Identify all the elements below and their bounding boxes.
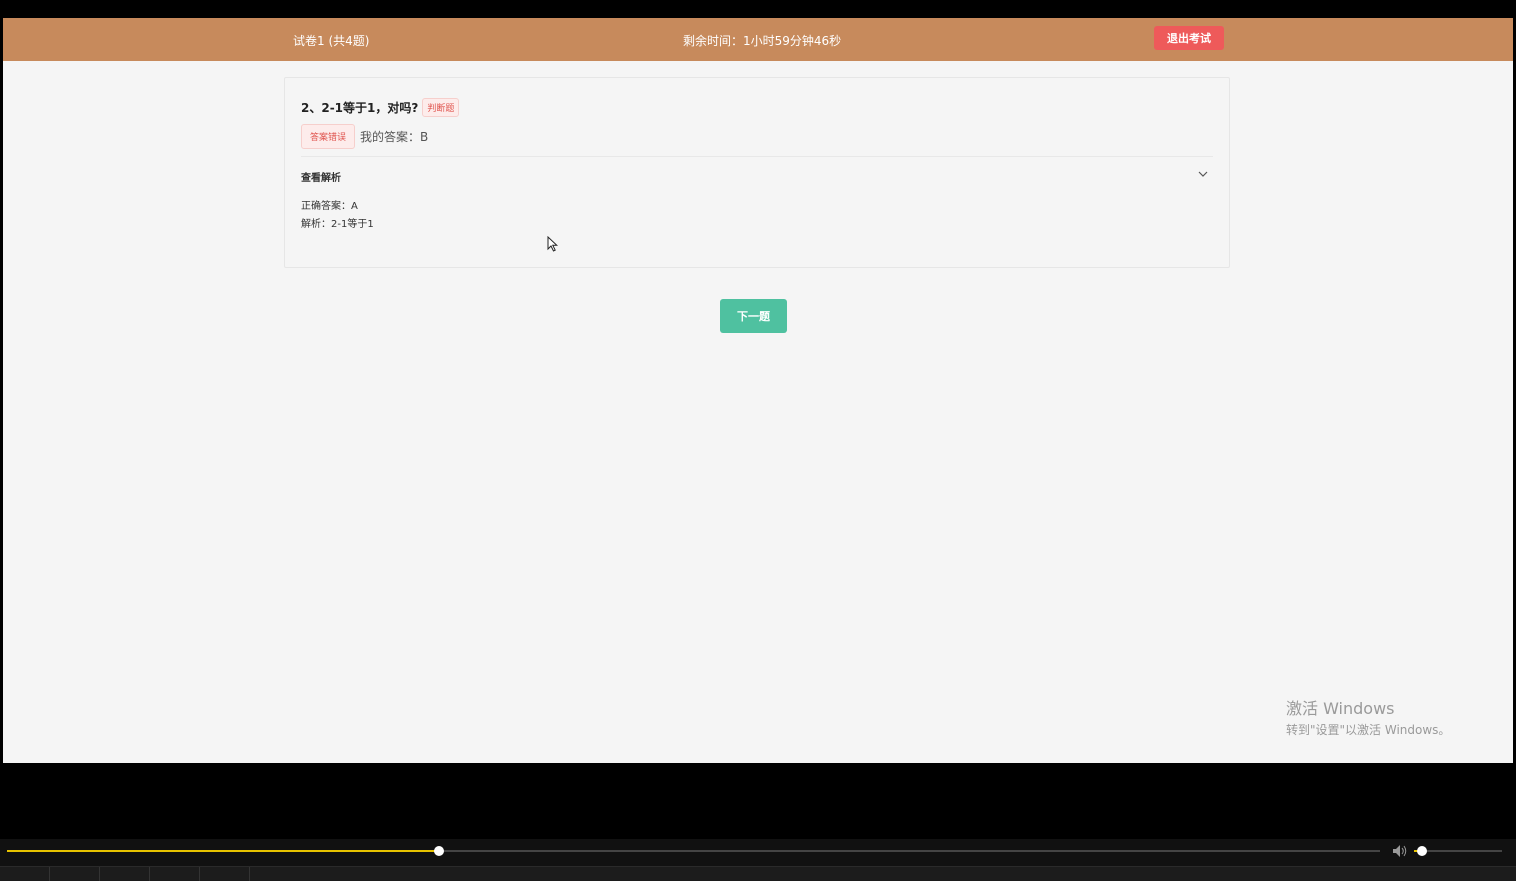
mouse-cursor-icon [547,236,558,252]
exit-exam-button[interactable]: 退出考试 [1154,26,1224,50]
browser-viewport: 试卷1 (共4题) 剩余时间：1小时59分钟46秒 退出考试 2、2-1等于1，… [3,18,1513,763]
player-bar-cell [50,867,100,881]
question-card: 2、2-1等于1，对吗? 判断题 答案错误 我的答案：B 查看解析 正确答案：A… [284,77,1230,268]
volume-icon[interactable] [1392,844,1408,858]
next-question-button[interactable]: 下一题 [720,299,787,333]
progress-bar[interactable] [7,846,1380,856]
paper-title: 试卷1 (共4题) [293,34,370,48]
player-bar-cell [150,867,200,881]
windows-activation-watermark: 激活 Windows 转到"设置"以激活 Windows。 [1286,695,1450,738]
question-text: 2、2-1等于1，对吗? [301,100,419,115]
watermark-subtitle: 转到"设置"以激活 Windows。 [1286,723,1451,737]
answer-line: 答案错误 我的答案：B [301,123,429,149]
progress-handle[interactable] [434,846,445,856]
player-bar-cell [100,867,150,881]
player-bar-cell [0,867,50,881]
question-line: 2、2-1等于1，对吗? 判断题 [301,97,460,117]
watermark-title: 激活 Windows [1286,699,1395,718]
answer-status-tag: 答案错误 [301,123,356,149]
progress-fill [7,850,440,852]
player-bar-cell [200,867,250,881]
video-player-controls [0,839,1516,881]
volume-handle[interactable] [1416,846,1427,856]
explanation: 解析：2-1等于1 [301,219,374,230]
remaining-time: 剩余时间：1小时59分钟46秒 [683,34,842,48]
correct-answer: 正确答案：A [301,201,358,212]
exam-header: 试卷1 (共4题) 剩余时间：1小时59分钟46秒 退出考试 [3,18,1513,61]
question-type-tag: 判断题 [422,97,460,117]
analysis-title: 查看解析 [301,173,341,184]
analysis-toggle[interactable]: 查看解析 [301,166,1213,186]
player-bottom-bar [0,866,1516,881]
volume-slider[interactable] [1414,846,1502,856]
divider [301,156,1213,157]
my-answer: 我的答案：B [360,129,429,144]
chevron-down-icon[interactable] [1197,168,1209,180]
